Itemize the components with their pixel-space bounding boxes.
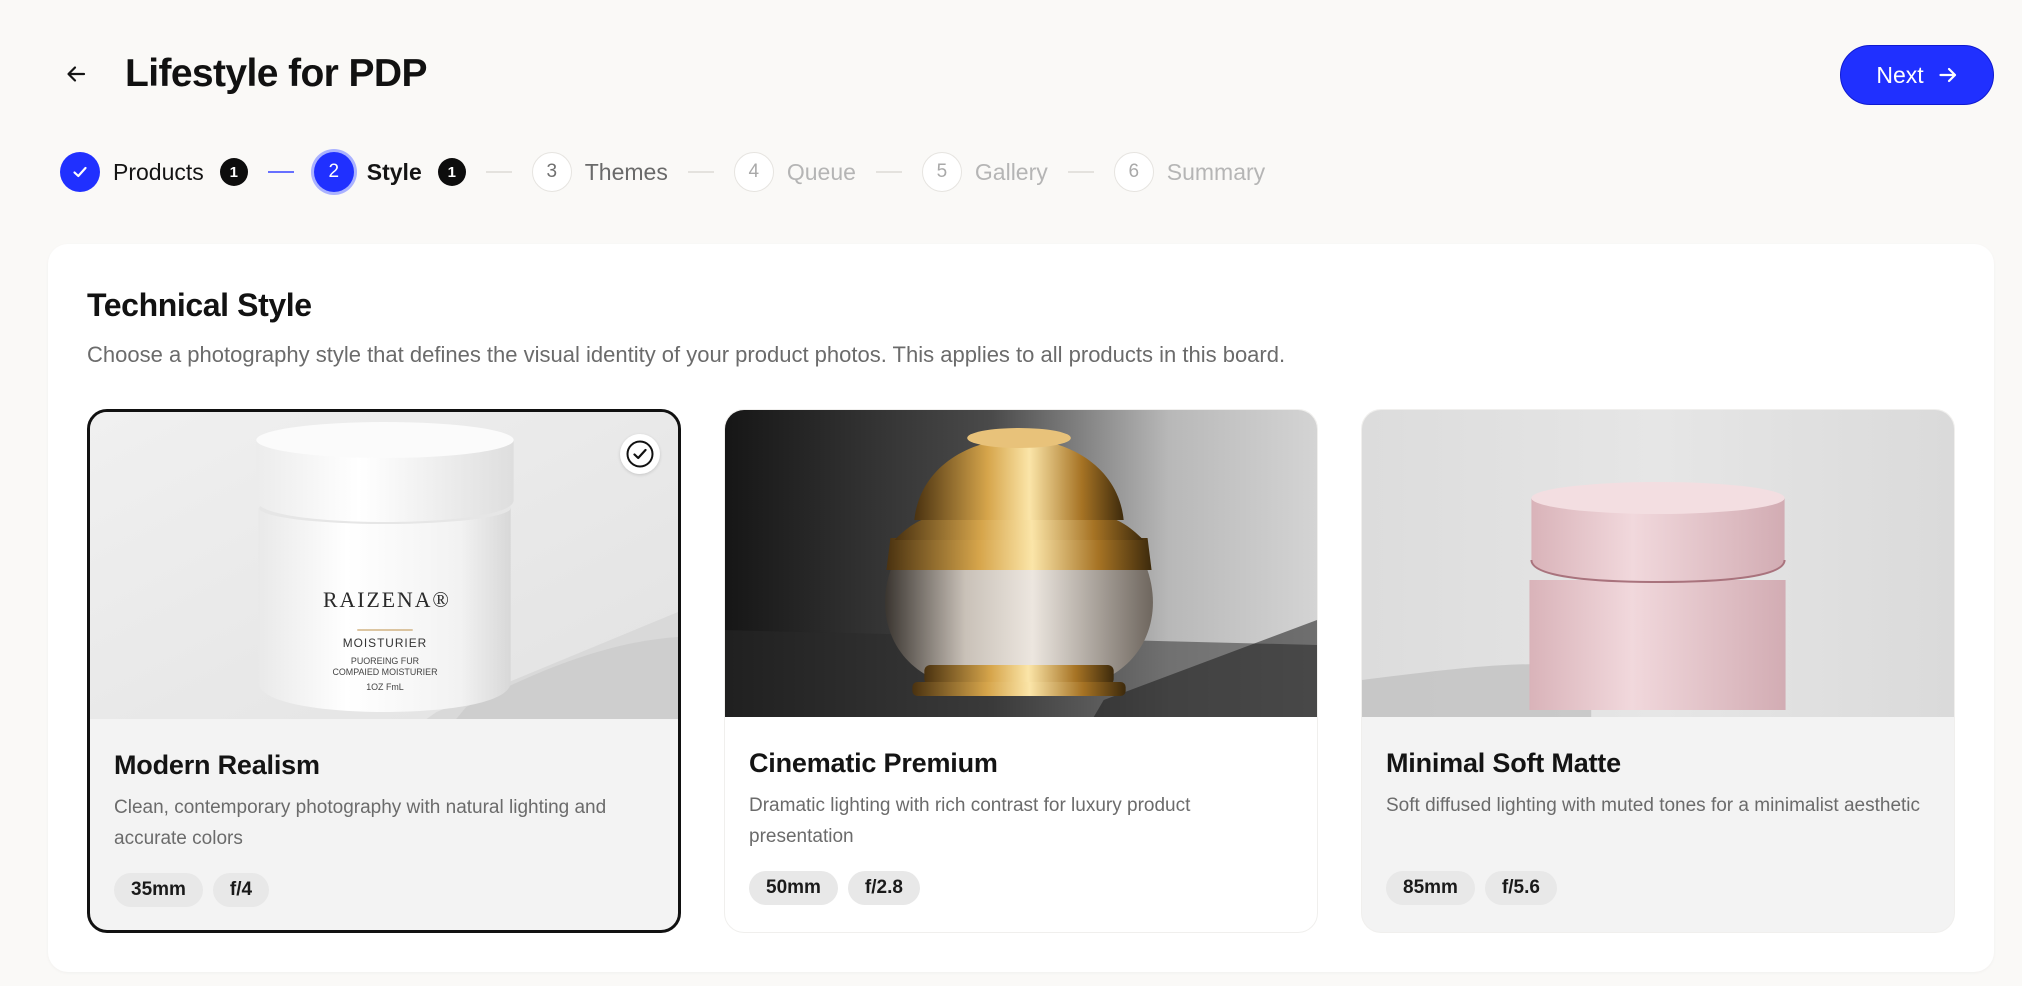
step-connector xyxy=(687,171,714,173)
arrow-left-icon xyxy=(67,66,86,82)
lens-chip: 35mm xyxy=(114,873,203,907)
step-label: Products xyxy=(113,159,204,185)
style-card-title: Cinematic Premium xyxy=(749,748,998,778)
back-button[interactable] xyxy=(56,54,96,94)
step-products[interactable]: Products 1 xyxy=(60,152,248,192)
aperture-chip: f/5.6 xyxy=(1484,871,1557,905)
style-card-cinematic-premium[interactable]: Cinematic Premium Dramatic lighting with… xyxy=(724,409,1318,933)
product-photo-gold-jar xyxy=(725,410,1317,717)
step-label: Themes xyxy=(584,159,668,185)
style-card-description: Soft diffused lighting with muted tones … xyxy=(1386,795,1921,816)
product-photo-white-jar: RAIZENA® MOISTURIER PUOREING FUR COMPAIE… xyxy=(90,412,678,719)
lens-chip: 50mm xyxy=(749,871,838,905)
step-connector xyxy=(875,171,902,173)
selected-check-icon xyxy=(620,434,660,474)
step-label: Summary xyxy=(1166,159,1266,185)
step-label: Style xyxy=(366,159,422,185)
product-photo-pink-jar xyxy=(1362,410,1954,717)
aperture-chip: f/4 xyxy=(212,873,270,907)
jar-product-text: MOISTURIER xyxy=(343,636,427,650)
page-title: Lifestyle for PDP xyxy=(125,52,427,95)
section-title: Technical Style xyxy=(87,287,312,323)
step-complete-check-icon xyxy=(60,152,100,192)
step-number: 5 xyxy=(921,152,962,192)
jar-size-text: 1OZ FmL xyxy=(366,682,404,692)
step-connector xyxy=(267,171,294,173)
step-number: 2 xyxy=(313,152,354,192)
jar-line-1-text: PUOREING FUR xyxy=(351,656,420,666)
aperture-chip: f/2.8 xyxy=(847,871,920,905)
step-themes[interactable]: 3 Themes xyxy=(531,152,668,192)
style-card-description: Dramatic lighting with rich contrast for… xyxy=(749,795,1191,847)
style-card-title: Minimal Soft Matte xyxy=(1386,748,1621,778)
lens-chip: 85mm xyxy=(1386,871,1475,905)
style-card-minimal-soft-matte[interactable]: Minimal Soft Matte Soft diffused lightin… xyxy=(1361,409,1955,933)
arrow-right-icon xyxy=(1939,67,1956,83)
section-description: Choose a photography style that defines … xyxy=(87,342,1286,367)
step-label: Gallery xyxy=(974,159,1048,185)
next-button[interactable]: Next xyxy=(1840,45,1994,105)
step-number: 6 xyxy=(1113,152,1154,192)
step-connector xyxy=(1067,171,1094,173)
step-queue[interactable]: 4 Queue xyxy=(733,152,856,192)
step-gallery[interactable]: 5 Gallery xyxy=(921,152,1048,192)
step-count-badge: 1 xyxy=(219,158,248,186)
step-label: Queue xyxy=(786,159,856,185)
step-number: 4 xyxy=(733,152,774,192)
jar-line-2-text: COMPAIED MOISTURIER xyxy=(332,667,438,677)
step-number: 3 xyxy=(531,152,572,192)
progress-stepper: Products 1 2 Style 1 3 Themes 4 Queue 5 … xyxy=(60,152,1265,192)
style-card-modern-realism[interactable]: RAIZENA® MOISTURIER PUOREING FUR COMPAIE… xyxy=(87,409,681,933)
step-summary[interactable]: 6 Summary xyxy=(1113,152,1266,192)
next-button-label: Next xyxy=(1876,61,1924,88)
style-card-title: Modern Realism xyxy=(114,750,320,780)
style-card-description: Clean, contemporary photography with nat… xyxy=(114,797,607,849)
step-connector xyxy=(485,171,512,173)
step-count-badge: 1 xyxy=(437,158,466,186)
jar-brand-text: RAIZENA® xyxy=(323,588,451,612)
step-style[interactable]: 2 Style 1 xyxy=(313,152,466,192)
